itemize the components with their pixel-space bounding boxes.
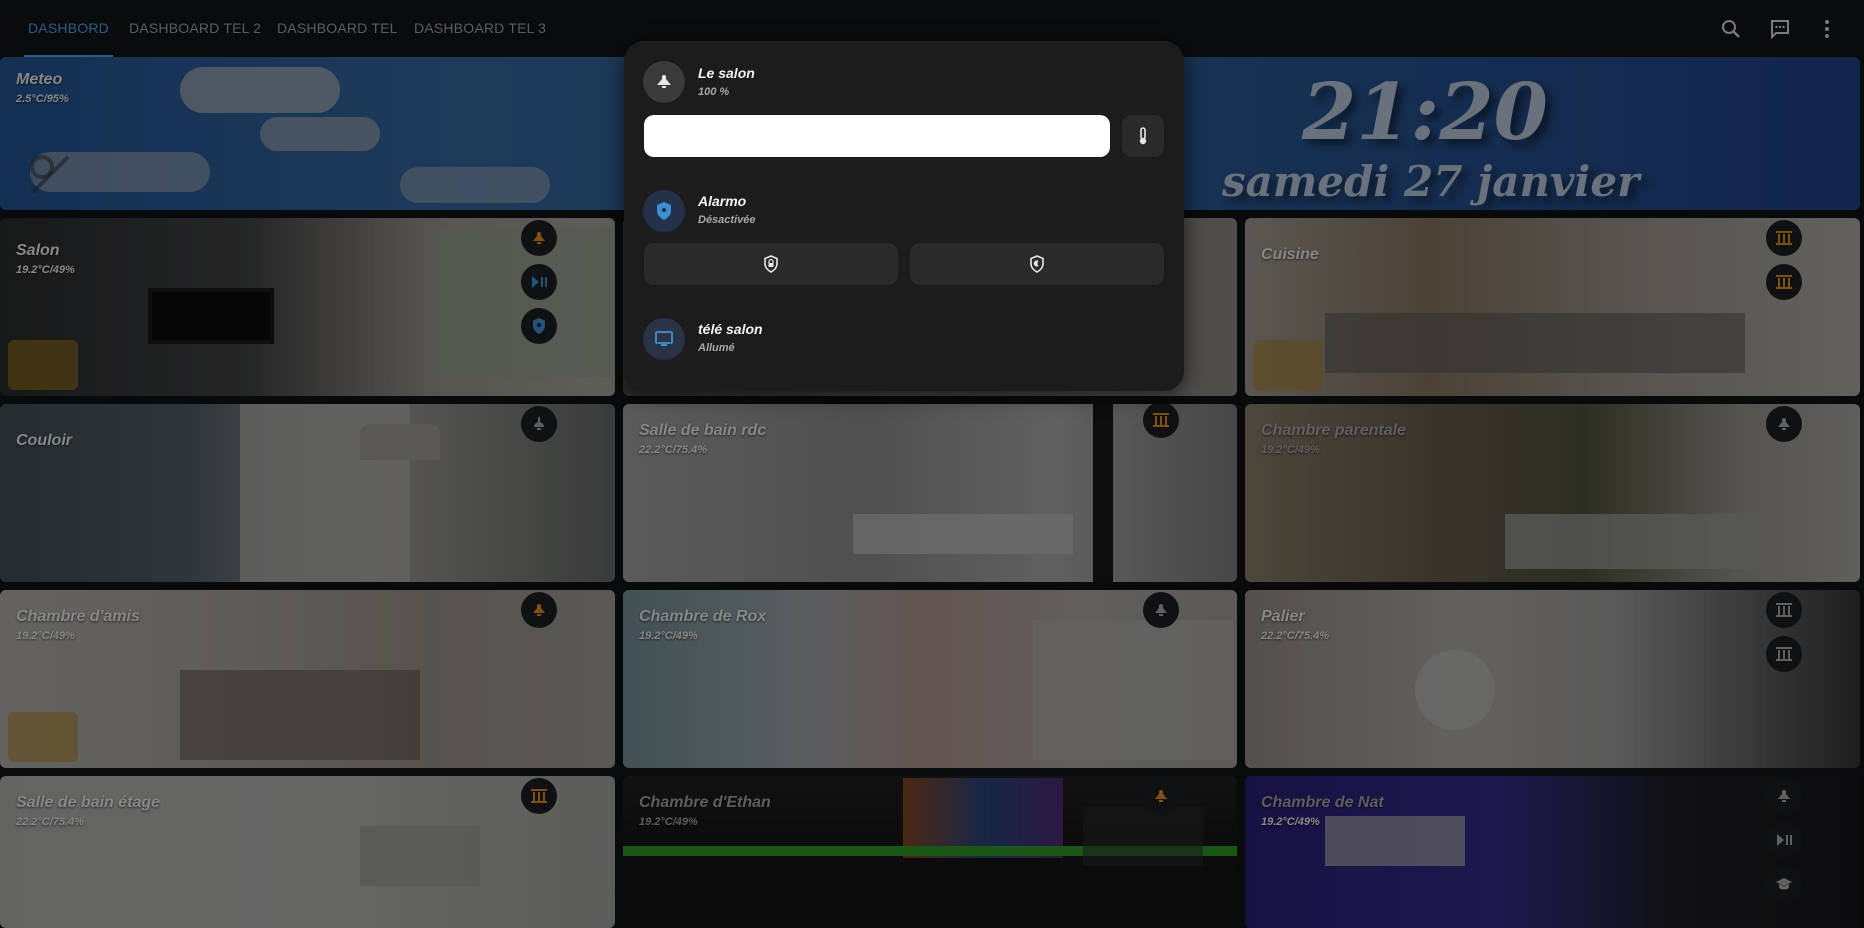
- light-button[interactable]: [1766, 778, 1802, 814]
- room-title: Salle de bain étage: [16, 794, 161, 811]
- light-entity-name: Le salon: [698, 65, 755, 81]
- room-subtitle: 22.2°C/75.4%: [16, 816, 84, 828]
- light-entity-icon[interactable]: [643, 61, 685, 103]
- light-button[interactable]: [1766, 406, 1802, 442]
- tv-entity-icon[interactable]: [643, 318, 685, 360]
- room-card-salle-de-bain-rdc[interactable]: Salle de bain rdc 22.2°C/75.4%: [623, 404, 1237, 582]
- tab-dashboard-tel-3[interactable]: DASHBOARD TEL 3: [414, 0, 546, 57]
- room-card-chambre-de-rox[interactable]: Chambre de Rox 19.2°C/49%: [623, 590, 1237, 768]
- light-button[interactable]: [521, 406, 557, 442]
- room-card-salon[interactable]: Salon 19.2°C/49%: [0, 218, 615, 396]
- clock-date: samedi 27 janvier: [1222, 157, 1640, 206]
- tab-dashbord[interactable]: DASHBORD: [24, 0, 113, 57]
- blind-button[interactable]: [1766, 592, 1802, 628]
- room-title: Chambre d'Ethan: [639, 794, 771, 811]
- alarm-entity-name: Alarmo: [698, 193, 747, 209]
- room-popup: Le salon 100 % Alarmo Désactivée télé sa…: [624, 41, 1184, 391]
- media-play-pause-button[interactable]: [521, 264, 557, 300]
- room-subtitle: 22.2°C/75.4%: [1261, 630, 1329, 642]
- room-title: Palier: [1261, 608, 1305, 625]
- room-subtitle: 19.2°C/49%: [639, 630, 698, 642]
- meteo-subtitle: 2.5°C/95%: [16, 93, 69, 105]
- room-card-couloir[interactable]: Couloir: [0, 404, 615, 582]
- room-card-chambre-parentale[interactable]: Chambre parentale 19.2°C/49%: [1245, 404, 1860, 582]
- room-card-salle-de-bain-etage[interactable]: Salle de bain étage 22.2°C/75.4%: [0, 776, 615, 928]
- chat-icon[interactable]: [1765, 14, 1795, 44]
- light-button[interactable]: [1143, 778, 1179, 814]
- room-subtitle: 19.2°C/49%: [1261, 444, 1320, 456]
- tab-dashboard-tel-2[interactable]: DASHBOARD TEL 2: [129, 0, 261, 57]
- alarm-entity-icon[interactable]: [643, 190, 685, 232]
- room-subtitle: 19.2°C/49%: [639, 816, 698, 828]
- brightness-slider[interactable]: [644, 115, 1110, 157]
- clock-time: 21:20: [1302, 67, 1548, 158]
- room-card-chambre-de-nat[interactable]: Chambre de Nat 19.2°C/49%: [1245, 776, 1860, 928]
- more-vert-icon[interactable]: [1812, 14, 1842, 44]
- meteo-title: Meteo: [16, 71, 63, 88]
- light-button[interactable]: [521, 592, 557, 628]
- room-subtitle: 19.2°C/49%: [16, 630, 75, 642]
- room-title: Chambre d'amis: [16, 608, 140, 625]
- arm-night-button[interactable]: [910, 243, 1164, 285]
- light-button[interactable]: [1143, 592, 1179, 628]
- alarm-entity-state: Désactivée: [698, 214, 756, 226]
- blind-button[interactable]: [1766, 220, 1802, 256]
- room-title: Couloir: [16, 432, 72, 449]
- room-title: Chambre de Nat: [1261, 794, 1384, 811]
- tab-dashboard-tel[interactable]: DASHBOARD TEL: [277, 0, 398, 57]
- arm-away-button[interactable]: [644, 243, 898, 285]
- room-subtitle: 19.2°C/49%: [16, 264, 75, 276]
- school-icon-button[interactable]: [1766, 866, 1802, 902]
- room-title: Salon: [16, 242, 60, 259]
- blind-button-2[interactable]: [1766, 636, 1802, 672]
- room-title: Chambre parentale: [1261, 422, 1406, 439]
- light-entity-state: 100 %: [698, 86, 730, 98]
- media-play-pause-button[interactable]: [1766, 822, 1802, 858]
- room-card-chambre-damis[interactable]: Chambre d'amis 19.2°C/49%: [0, 590, 615, 768]
- tv-entity-state: Allumé: [698, 342, 735, 354]
- blind-button-2[interactable]: [1766, 264, 1802, 300]
- search-icon[interactable]: [1716, 14, 1746, 44]
- room-title: Cuisine: [1261, 246, 1319, 263]
- light-button[interactable]: [521, 220, 557, 256]
- room-card-cuisine[interactable]: Cuisine: [1245, 218, 1860, 396]
- room-card-chambre-dethan[interactable]: Chambre d'Ethan 19.2°C/49%: [623, 776, 1237, 928]
- room-card-palier[interactable]: Palier 22.2°C/75.4%: [1245, 590, 1860, 768]
- blind-button[interactable]: [521, 778, 557, 814]
- room-title: Chambre de Rox: [639, 608, 767, 625]
- room-subtitle: 22.2°C/75.4%: [639, 444, 707, 456]
- temperature-button[interactable]: [1122, 115, 1164, 157]
- room-title: Salle de bain rdc: [639, 422, 767, 439]
- alarm-shield-button[interactable]: [521, 308, 557, 344]
- weather-icon: [22, 147, 78, 208]
- tv-entity-name: télé salon: [698, 321, 763, 337]
- room-subtitle: 19.2°C/49%: [1261, 816, 1320, 828]
